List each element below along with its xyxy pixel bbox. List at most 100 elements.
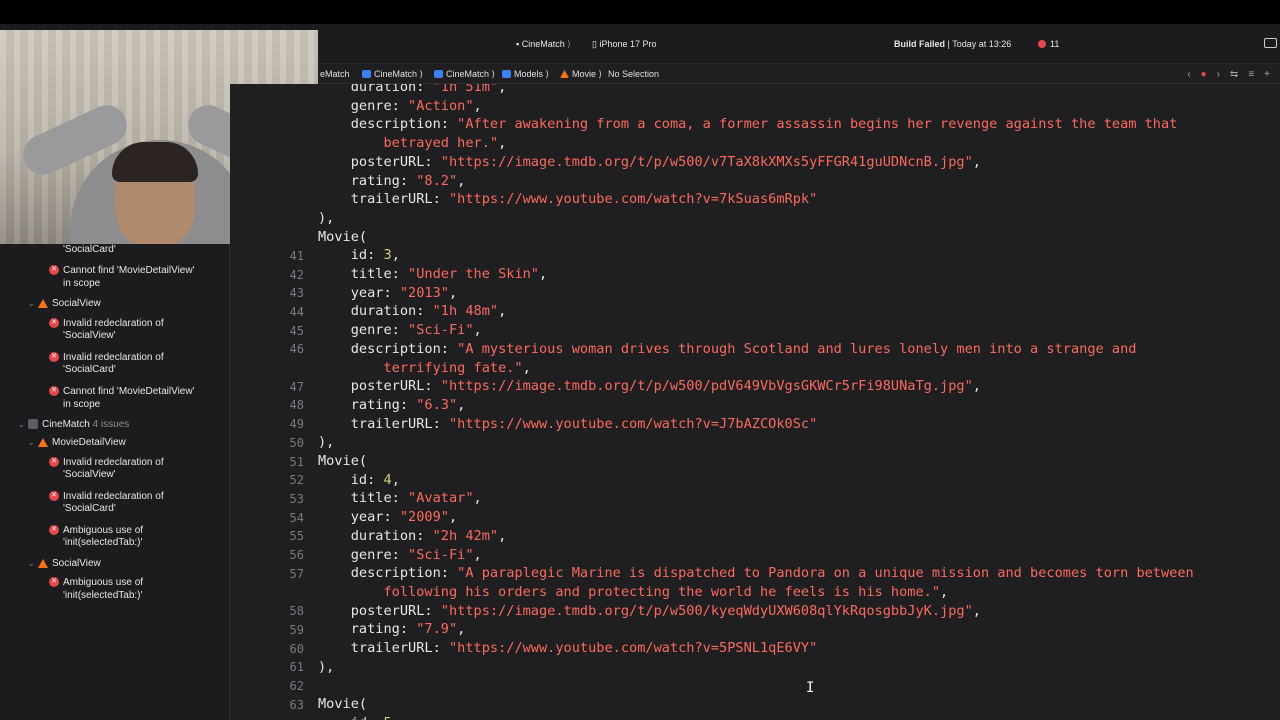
code-line[interactable]: posterURL: "https://image.tmdb.org/t/p/w… bbox=[318, 603, 981, 619]
code-line[interactable]: title: "Avatar", bbox=[318, 490, 482, 506]
chevron-down-icon[interactable]: ⌄ bbox=[28, 298, 35, 311]
breadcrumb-item[interactable]: No Selection bbox=[608, 64, 659, 84]
code-line[interactable]: description: "A paraplegic Marine is dis… bbox=[318, 565, 1194, 581]
code-line[interactable]: rating: "6.3", bbox=[318, 396, 466, 413]
issue-item[interactable]: ✕ Ambiguous use of bbox=[49, 525, 143, 538]
breadcrumb-item[interactable]: eMatch bbox=[320, 64, 350, 84]
code-punctuation: , bbox=[391, 247, 400, 264]
code-line[interactable]: trailerURL: "https://www.youtube.com/wat… bbox=[318, 640, 818, 656]
code-line[interactable]: duration: "2h 42m", bbox=[318, 528, 507, 544]
inspector-toggle-icon[interactable] bbox=[1262, 24, 1278, 64]
line-number: 51 bbox=[289, 454, 304, 469]
chevron-down-icon[interactable]: ⌄ bbox=[28, 558, 35, 571]
code-punctuation: , bbox=[522, 359, 531, 376]
code-line[interactable]: genre: "Action", bbox=[318, 98, 482, 114]
code-line[interactable]: Movie( bbox=[318, 453, 367, 469]
issue-icon[interactable]: ● bbox=[1201, 69, 1207, 80]
issue-item[interactable]: ✕ Invalid redeclaration of bbox=[49, 457, 164, 470]
issue-text: in scope bbox=[63, 278, 101, 289]
code-line[interactable]: rating: "8.2", bbox=[318, 173, 466, 189]
file-group-socialview[interactable]: ⌄ SocialView bbox=[28, 298, 101, 311]
code-line[interactable]: id: 4, bbox=[318, 472, 400, 488]
code-line[interactable]: duration: "1h 51m", bbox=[318, 84, 507, 95]
issue-item[interactable]: ✕ Invalid redeclaration of bbox=[49, 318, 164, 331]
chevron-down-icon[interactable]: ⌄ bbox=[28, 437, 35, 450]
code-keyword: ), bbox=[318, 434, 335, 451]
issue-text: 'init(selectedTab:)' bbox=[63, 537, 143, 548]
code-line[interactable]: duration: "1h 48m", bbox=[318, 303, 507, 319]
code-line[interactable]: rating: "7.9", bbox=[318, 621, 466, 637]
code-string: "After awakening from a coma, a former a… bbox=[457, 116, 1178, 133]
code-punctuation: , bbox=[498, 84, 507, 95]
file-group-moviedetailview[interactable]: ⌄ MovieDetailView bbox=[28, 437, 126, 450]
scheme-selector[interactable]: ▪ CineMatch ⟩ bbox=[516, 24, 571, 64]
chevron-down-icon[interactable]: ⌄ bbox=[18, 419, 25, 432]
code-editor[interactable]: 41 42 43 44 45 46 47 48 49 50 51 52 53 54 55 56 57 58 59 60… bbox=[230, 84, 1280, 720]
code-line[interactable]: description: "After awakening from a com… bbox=[318, 116, 1178, 133]
code-line[interactable]: title: "Under the Skin", bbox=[318, 266, 547, 282]
line-number: 55 bbox=[289, 529, 304, 544]
device-selector[interactable]: ▯ iPhone 17 Pro bbox=[592, 24, 657, 64]
code-punctuation: , bbox=[972, 602, 981, 619]
line-number: 47 bbox=[289, 379, 304, 394]
line-number: 53 bbox=[289, 491, 304, 506]
code-line[interactable]: trailerURL: "https://www.youtube.com/wat… bbox=[318, 191, 818, 208]
code-line[interactable]: id: 5 bbox=[318, 715, 392, 720]
issue-item[interactable]: ✕ Cannot find 'MovieDetailView' bbox=[49, 386, 194, 399]
chevron-left-icon[interactable]: ‹ bbox=[1187, 69, 1190, 80]
issue-item[interactable]: ✕ Cannot find 'MovieDetailView' bbox=[49, 265, 194, 278]
code-line[interactable]: posterURL: "https://image.tmdb.org/t/p/w… bbox=[318, 378, 981, 394]
code-string: "Under the Skin" bbox=[408, 266, 539, 282]
breadcrumb-item[interactable]: Movie ⟩ bbox=[560, 64, 602, 84]
code-line[interactable]: Movie( bbox=[318, 229, 367, 245]
menu-bar bbox=[0, 0, 1280, 24]
code-line[interactable]: terrifying fate.", bbox=[318, 359, 531, 376]
code-keyword: id: bbox=[351, 715, 384, 720]
code-line[interactable]: year: "2009", bbox=[318, 509, 457, 525]
code-string: "2009" bbox=[399, 509, 449, 526]
code-line[interactable]: genre: "Sci-Fi", bbox=[318, 547, 482, 563]
code-line[interactable]: id: 3, bbox=[318, 247, 400, 263]
swap-icon[interactable]: ⇆ bbox=[1230, 69, 1238, 80]
code-keyword: year: bbox=[350, 509, 400, 526]
folder-icon bbox=[434, 70, 443, 78]
code-line[interactable]: description: "A mysterious woman drives … bbox=[318, 341, 1137, 357]
project-group-cinematch[interactable]: ⌄ CineMatch 4 issues bbox=[18, 419, 129, 432]
file-group-socialview[interactable]: ⌄ SocialView bbox=[28, 558, 101, 571]
issue-item[interactable]: ✕ Ambiguous use of bbox=[49, 577, 143, 590]
code-line[interactable]: Movie( bbox=[318, 696, 367, 712]
code-line[interactable]: betrayed her.", bbox=[318, 135, 506, 151]
code-string: betrayed her." bbox=[383, 135, 499, 152]
code-keyword: ), bbox=[318, 209, 335, 226]
issue-item[interactable]: ✕ Invalid redeclaration of bbox=[49, 352, 164, 365]
chevron-right-icon[interactable]: › bbox=[1217, 69, 1220, 80]
folder-icon bbox=[502, 70, 511, 78]
code-string: "https://www.youtube.com/watch?v=7kSuas6… bbox=[448, 191, 818, 208]
issue-item[interactable]: ✕ Invalid redeclaration of bbox=[49, 491, 164, 504]
code-line[interactable]: following his orders and protecting the … bbox=[318, 584, 948, 600]
error-count-badge[interactable]: 11 bbox=[1038, 24, 1059, 64]
breadcrumb-item[interactable]: Models ⟩ bbox=[502, 64, 549, 84]
list-icon[interactable]: ≡ bbox=[1248, 69, 1254, 80]
swift-file-icon bbox=[38, 438, 48, 447]
error-icon: ✕ bbox=[49, 577, 59, 587]
code-keyword: rating: bbox=[350, 396, 417, 413]
code-line[interactable]: genre: "Sci-Fi", bbox=[318, 322, 482, 338]
issue-text: 'SocialView' bbox=[63, 330, 116, 341]
code-line[interactable]: ), bbox=[318, 659, 334, 675]
breadcrumb-item[interactable]: CineMatch ⟩ bbox=[362, 64, 423, 84]
add-icon[interactable]: + bbox=[1264, 69, 1270, 80]
code-line[interactable]: trailerURL: "https://www.youtube.com/wat… bbox=[318, 416, 818, 432]
code-line[interactable]: ), bbox=[318, 434, 334, 450]
code-line[interactable]: ), bbox=[318, 210, 334, 226]
code-line[interactable]: posterURL: "https://image.tmdb.org/t/p/w… bbox=[318, 154, 981, 170]
breadcrumb-item[interactable]: CineMatch ⟩ bbox=[434, 64, 495, 84]
code-line[interactable]: year: "2013", bbox=[318, 285, 457, 301]
